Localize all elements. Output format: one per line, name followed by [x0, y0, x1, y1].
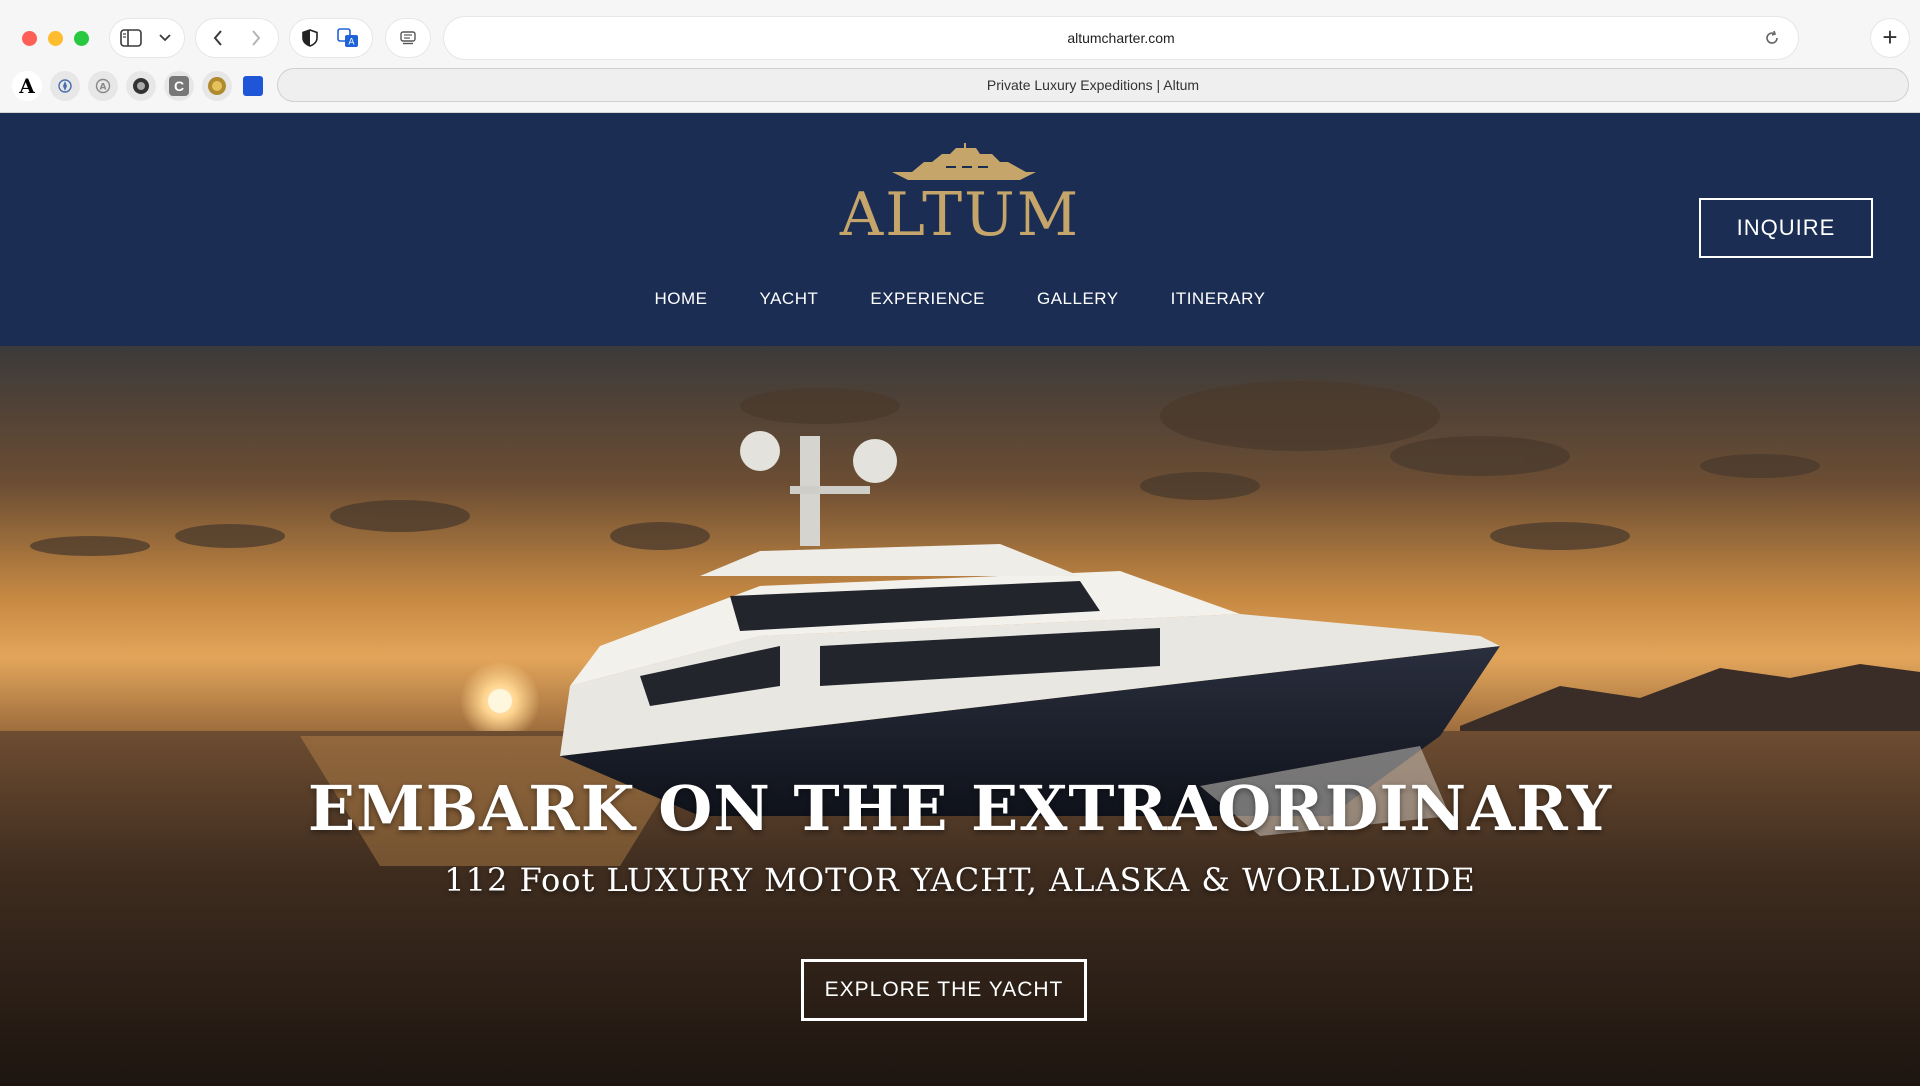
reader-group [386, 19, 430, 57]
tab-active[interactable]: Private Luxury Expeditions | Altum [278, 69, 1908, 101]
svg-text:A: A [100, 83, 107, 93]
translate-icon[interactable]: A [336, 27, 360, 49]
minimize-window-button[interactable] [48, 31, 63, 46]
address-bar[interactable]: altumcharter.com [444, 17, 1798, 59]
extensions-group: A [290, 19, 372, 57]
hero-section: EMBARK ON THE EXTRAORDINARY 112 Foot LUX… [0, 346, 1920, 1086]
back-icon[interactable] [208, 28, 228, 48]
favorite-badge-icon[interactable] [126, 71, 156, 101]
hero-subtitle: 112 Foot LUXURY MOTOR YACHT, ALASKA & WO… [444, 861, 1476, 899]
inquire-button[interactable]: INQUIRE [1699, 198, 1873, 258]
favorite-blue-icon[interactable] [238, 71, 268, 101]
explore-yacht-button[interactable]: EXPLORE THE YACHT [801, 959, 1087, 1021]
hero-title: EMBARK ON THE EXTRAORDINARY [307, 772, 1613, 845]
favorite-medal-icon[interactable] [202, 71, 232, 101]
navigation-group [196, 19, 278, 57]
close-window-button[interactable] [22, 31, 37, 46]
shield-icon[interactable] [300, 28, 320, 48]
main-nav: HOME YACHT EXPERIENCE GALLERY ITINERARY [0, 284, 1920, 314]
reader-icon[interactable] [398, 29, 418, 47]
url-text: altumcharter.com [1067, 30, 1175, 46]
favorite-compass-icon[interactable] [50, 71, 80, 101]
nav-itinerary[interactable]: ITINERARY [1145, 284, 1292, 314]
forward-icon[interactable] [246, 28, 266, 48]
nav-experience[interactable]: EXPERIENCE [844, 284, 1011, 314]
reload-icon[interactable] [1762, 28, 1782, 48]
favorite-c-icon[interactable]: C [164, 71, 194, 101]
nav-gallery[interactable]: GALLERY [1011, 284, 1145, 314]
nav-yacht[interactable]: YACHT [734, 284, 845, 314]
new-tab-button[interactable]: + [1871, 19, 1909, 57]
site-header: ALTUM INQUIRE HOME YACHT EXPERIENCE GALL… [0, 113, 1920, 346]
favorite-seal-icon[interactable]: A [88, 71, 118, 101]
yacht-logo-icon [892, 143, 1036, 180]
nav-home[interactable]: HOME [629, 284, 734, 314]
svg-text:A: A [348, 38, 355, 48]
site-logo[interactable]: ALTUM [810, 180, 1110, 250]
chevron-down-icon[interactable] [156, 29, 174, 47]
sidebar-toggle-group [110, 19, 184, 57]
sidebar-icon[interactable] [120, 28, 142, 48]
favorite-a-icon[interactable]: A [12, 71, 42, 101]
zoom-window-button[interactable] [74, 31, 89, 46]
browser-toolbar: A altumcharter.com + A A C Private Luxur… [0, 0, 1920, 113]
tab-title: Private Luxury Expeditions | Altum [986, 77, 1200, 93]
